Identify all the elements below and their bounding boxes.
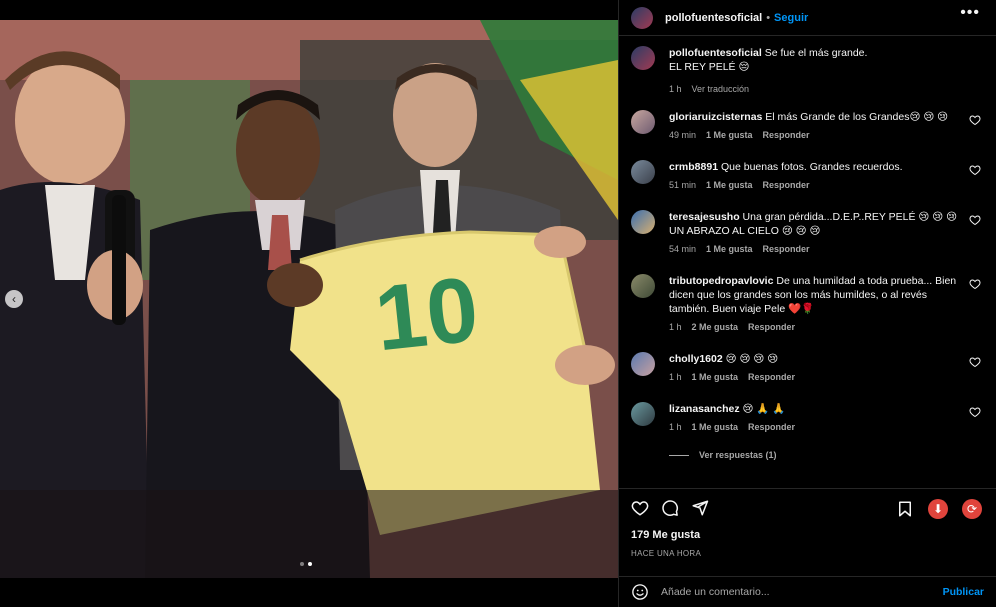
translate-link[interactable]: Ver traducción <box>692 82 750 96</box>
reply-button[interactable]: Responder <box>763 178 810 192</box>
commenter-avatar[interactable] <box>631 352 655 376</box>
comment-time: 1 h <box>669 322 682 332</box>
post-media: 10 ‹ <box>0 0 618 607</box>
carousel-indicator <box>300 562 312 566</box>
photo-illustration: 10 <box>0 20 618 578</box>
heart-icon[interactable] <box>969 406 981 418</box>
post-side-panel: pollofuentesoficial • Seguir ••• pollofu… <box>618 0 996 607</box>
comment-username[interactable]: gloriaruizcisternas <box>669 111 762 123</box>
publish-button[interactable]: Publicar <box>943 586 984 598</box>
comment-username[interactable]: tributopedropavlovic <box>669 275 773 287</box>
send-icon[interactable] <box>691 499 709 517</box>
caption-text-line1: Se fue el más grande. <box>764 47 868 59</box>
author-username[interactable]: pollofuentesoficial <box>665 12 762 24</box>
commenter-avatar[interactable] <box>631 274 655 298</box>
heart-icon[interactable] <box>969 356 981 368</box>
comment-input[interactable] <box>661 586 943 598</box>
caption-avatar[interactable] <box>631 46 655 70</box>
comment-time: 1 h <box>669 372 682 382</box>
chevron-left-icon: ‹ <box>12 292 16 306</box>
emoji-icon[interactable] <box>631 583 649 601</box>
svg-text:10: 10 <box>370 258 482 370</box>
comment-text: 😢 🙏 🙏 <box>742 403 786 415</box>
comment-time: 1 h <box>669 422 682 432</box>
post-header: pollofuentesoficial • Seguir ••• <box>619 0 996 36</box>
comment-likes[interactable]: 1 Me gusta <box>692 370 739 384</box>
comment-likes[interactable]: 1 Me gusta <box>706 178 753 192</box>
more-horizontal-icon[interactable]: ••• <box>960 4 980 22</box>
reply-button[interactable]: Responder <box>748 420 795 434</box>
commenter-avatar[interactable] <box>631 160 655 184</box>
comment-username[interactable]: teresajesusho <box>669 211 740 223</box>
post-photo[interactable]: 10 <box>0 20 618 578</box>
commenter-avatar[interactable] <box>631 402 655 426</box>
comment-time: 51 min <box>669 180 697 190</box>
likes-count[interactable]: 179 Me gusta <box>631 529 700 541</box>
view-replies-label: Ver respuestas (1) <box>699 450 777 460</box>
heart-icon[interactable] <box>969 214 981 226</box>
carousel-dot <box>300 562 304 566</box>
comment-text: Que buenas fotos. Grandes recuerdos. <box>720 161 903 173</box>
comments-list[interactable]: pollofuentesoficial Se fue el más grande… <box>619 36 996 488</box>
comment-likes[interactable]: 1 Me gusta <box>706 128 753 142</box>
comment-username[interactable]: crmb8891 <box>669 161 718 173</box>
reply-button[interactable]: Responder <box>748 370 795 384</box>
caption-time: 1 h <box>669 84 682 94</box>
reply-button[interactable]: Responder <box>748 320 795 334</box>
add-comment-bar: Publicar <box>619 576 996 607</box>
heart-icon[interactable] <box>631 499 649 517</box>
commenter-avatar[interactable] <box>631 210 655 234</box>
post-time: HACE UNA HORA <box>631 549 702 558</box>
download-icon[interactable]: ⬇ <box>928 499 948 519</box>
comment-likes[interactable]: 1 Me gusta <box>692 420 739 434</box>
comment-text: El más Grande de los Grandes😢 😢 😢 <box>765 111 949 123</box>
comment-likes[interactable]: 2 Me gusta <box>692 320 739 334</box>
comment-username[interactable]: cholly1602 <box>669 353 723 365</box>
comment-username[interactable]: lizanasanchez <box>669 403 740 415</box>
separator-dot: • <box>766 11 771 24</box>
reply-button[interactable]: Responder <box>763 128 810 142</box>
carousel-prev-button[interactable]: ‹ <box>5 290 23 308</box>
comment-time: 54 min <box>669 244 697 254</box>
comment-time: 49 min <box>669 130 697 140</box>
repost-icon[interactable]: ⟳ <box>962 499 982 519</box>
follow-button[interactable]: Seguir <box>774 12 808 24</box>
heart-icon[interactable] <box>969 278 981 290</box>
comment-likes[interactable]: 1 Me gusta <box>706 242 753 256</box>
heart-icon[interactable] <box>969 114 981 126</box>
bookmark-icon[interactable] <box>896 500 914 518</box>
caption-text-line2: EL REY PELÉ 😔 <box>669 61 750 73</box>
view-replies-button[interactable]: Ver respuestas (1) <box>669 450 777 460</box>
caption-username[interactable]: pollofuentesoficial <box>669 47 762 59</box>
comment-text: 😢 😢 😢 😢 <box>725 353 779 365</box>
carousel-dot-active <box>308 562 312 566</box>
heart-icon[interactable] <box>969 164 981 176</box>
commenter-avatar[interactable] <box>631 110 655 134</box>
replies-divider <box>669 454 689 456</box>
reply-button[interactable]: Responder <box>763 242 810 256</box>
post-actions: ⬇ ⟳ 179 Me gusta HACE UNA HORA <box>619 488 996 576</box>
comment-icon[interactable] <box>661 499 679 517</box>
author-avatar[interactable] <box>631 6 653 29</box>
